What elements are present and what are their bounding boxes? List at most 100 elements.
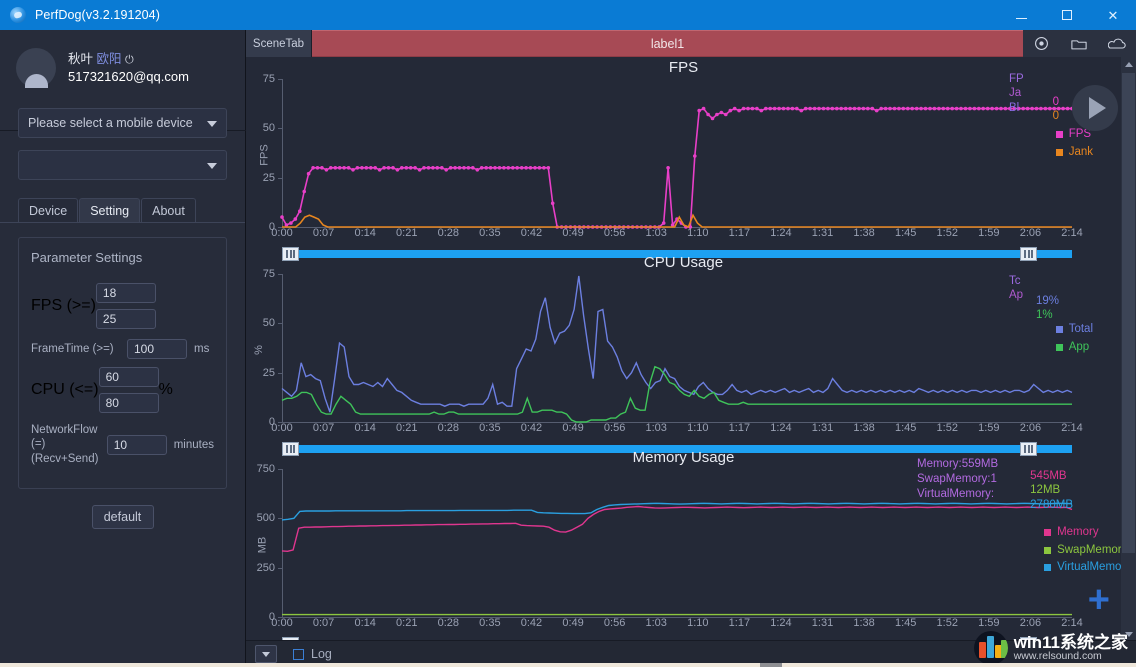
- series-point: [373, 166, 377, 170]
- legend-item[interactable]: Jank: [1055, 145, 1093, 161]
- series-point: [337, 166, 342, 170]
- networkflow-setting-row: NetworkFlow (=) (Recv+Send) minutes: [31, 423, 214, 466]
- x-tick: 0:21: [396, 227, 418, 239]
- series-point: [985, 106, 990, 111]
- x-tick: 0:42: [520, 227, 543, 239]
- cursor-label: Bl: [1009, 101, 1020, 114]
- cursor-value: 545MB: [1030, 470, 1067, 482]
- fps-setting-label: FPS (>=): [31, 297, 96, 314]
- plot-area-fps[interactable]: 75 50 25 0: [263, 73, 1074, 233]
- series-point: [306, 171, 311, 176]
- series-point: [542, 166, 546, 170]
- x-tick: 0:07: [312, 422, 335, 434]
- window-title: PerfDog(v3.2.191204): [35, 8, 160, 22]
- y-axis-label-cpu: %: [252, 344, 265, 355]
- x-axis-ticks-memory: 0:00 0:07 0:14 0:21 0:28 0:35 0:42 0:49 0:56 1:03…: [271, 617, 1082, 633]
- vertical-scrollbar[interactable]: [1121, 57, 1136, 642]
- series-point: [799, 108, 804, 113]
- tab-about[interactable]: About: [141, 198, 196, 222]
- series-point: [715, 112, 719, 117]
- minimize-button[interactable]: [998, 0, 1044, 30]
- expand-dropdown-button[interactable]: [255, 645, 277, 663]
- series-point: [506, 166, 511, 170]
- legend-item[interactable]: Total: [1055, 322, 1093, 338]
- tab-device[interactable]: Device: [18, 198, 79, 222]
- log-checkbox[interactable]: [293, 648, 304, 660]
- legend-item[interactable]: SwapMemory: [1044, 543, 1121, 559]
- series-point: [320, 166, 324, 170]
- x-tick: 0:56: [603, 617, 626, 629]
- x-tick: 1:31: [811, 227, 834, 239]
- x-tick: 0:21: [396, 422, 418, 434]
- series-point: [1034, 106, 1039, 111]
- scene-tab[interactable]: SceneTab: [246, 30, 312, 57]
- location-icon[interactable]: [1031, 33, 1053, 55]
- play-button[interactable]: [1072, 85, 1118, 131]
- series-point: [719, 110, 724, 115]
- fps-threshold-2-input[interactable]: [95, 309, 156, 329]
- legend-item[interactable]: App: [1055, 340, 1093, 356]
- power-icon[interactable]: ⏻: [125, 54, 134, 66]
- chart-cpu: CPU Usage% 75 50 25 0 0:00 0:07 0:14 0:21 0:28 0:3…: [246, 252, 1121, 456]
- series-point: [737, 108, 741, 113]
- x-tick: 1:59: [978, 617, 1000, 629]
- cpu-threshold-1-input[interactable]: [98, 367, 159, 387]
- scrollbar-thumb[interactable]: [1122, 73, 1135, 553]
- cursor-label: Ap: [1009, 289, 1024, 302]
- series-point: [298, 209, 302, 213]
- frametime-input[interactable]: [127, 339, 187, 359]
- tab-setting-label: Setting: [90, 203, 130, 218]
- add-chart-button[interactable]: +: [1088, 581, 1110, 619]
- legend-swatch: [1055, 343, 1063, 351]
- avatar[interactable]: [16, 48, 56, 88]
- legend-memory: Memory SwapMemory VirtualMemory: [1044, 525, 1121, 578]
- networkflow-input[interactable]: [106, 434, 167, 455]
- series-point: [941, 106, 946, 111]
- legend-swatch: [1044, 529, 1052, 537]
- series-point: [724, 112, 728, 117]
- x-tick: 0:07: [312, 617, 335, 629]
- maximize-button[interactable]: [1044, 0, 1090, 30]
- title-bar: PerfDog(v3.2.191204) ✕: [0, 0, 1136, 30]
- series-point: [324, 168, 329, 172]
- default-button[interactable]: default: [91, 505, 154, 530]
- app-logo-icon: [10, 7, 26, 23]
- tab-device-label: Device: [29, 203, 68, 218]
- series-point: [808, 106, 812, 111]
- cpu-threshold-2-input[interactable]: [98, 393, 159, 413]
- series-point: [812, 106, 817, 111]
- x-tick: 0:00: [271, 422, 293, 434]
- close-button[interactable]: ✕: [1090, 0, 1136, 30]
- series-point: [790, 106, 795, 111]
- x-tick: 1:52: [936, 422, 958, 434]
- fps-setting-row: FPS (>=): [31, 283, 214, 329]
- scroll-up-icon[interactable]: [1121, 57, 1136, 72]
- fps-threshold-1-input[interactable]: [95, 283, 156, 303]
- series-point: [453, 166, 457, 170]
- series-point: [906, 106, 910, 111]
- series-point: [701, 106, 706, 111]
- cloud-icon[interactable]: [1106, 33, 1128, 55]
- tab-setting[interactable]: Setting: [79, 198, 141, 222]
- series-line-memory: [281, 505, 1073, 553]
- legend-swatch: [1055, 148, 1063, 156]
- label-tab[interactable]: label1: [312, 30, 1023, 57]
- legend-item[interactable]: VirtualMemory: [1044, 560, 1121, 576]
- plot-area-cpu[interactable]: 75 50 25 0: [263, 268, 1073, 428]
- series-point: [821, 106, 826, 111]
- series-point: [786, 106, 790, 111]
- secondary-select[interactable]: [18, 150, 227, 180]
- x-tick: 0:28: [437, 227, 460, 239]
- series-point: [497, 166, 502, 170]
- folder-icon[interactable]: [1068, 33, 1090, 55]
- y-tick-fps: 75: [262, 73, 275, 85]
- x-tick: 2:06: [1019, 422, 1042, 434]
- series-point: [972, 106, 977, 111]
- cpu-setting-label: CPU (<=): [31, 381, 99, 398]
- cursor-labels-cpu: Tc Ap: [1009, 274, 1025, 303]
- series-point: [963, 106, 968, 111]
- device-select[interactable]: Please select a mobile device: [18, 108, 227, 138]
- x-tick: 0:21: [396, 617, 418, 629]
- legend-item[interactable]: Memory: [1044, 525, 1121, 541]
- cursor-value: 0: [1052, 96, 1059, 108]
